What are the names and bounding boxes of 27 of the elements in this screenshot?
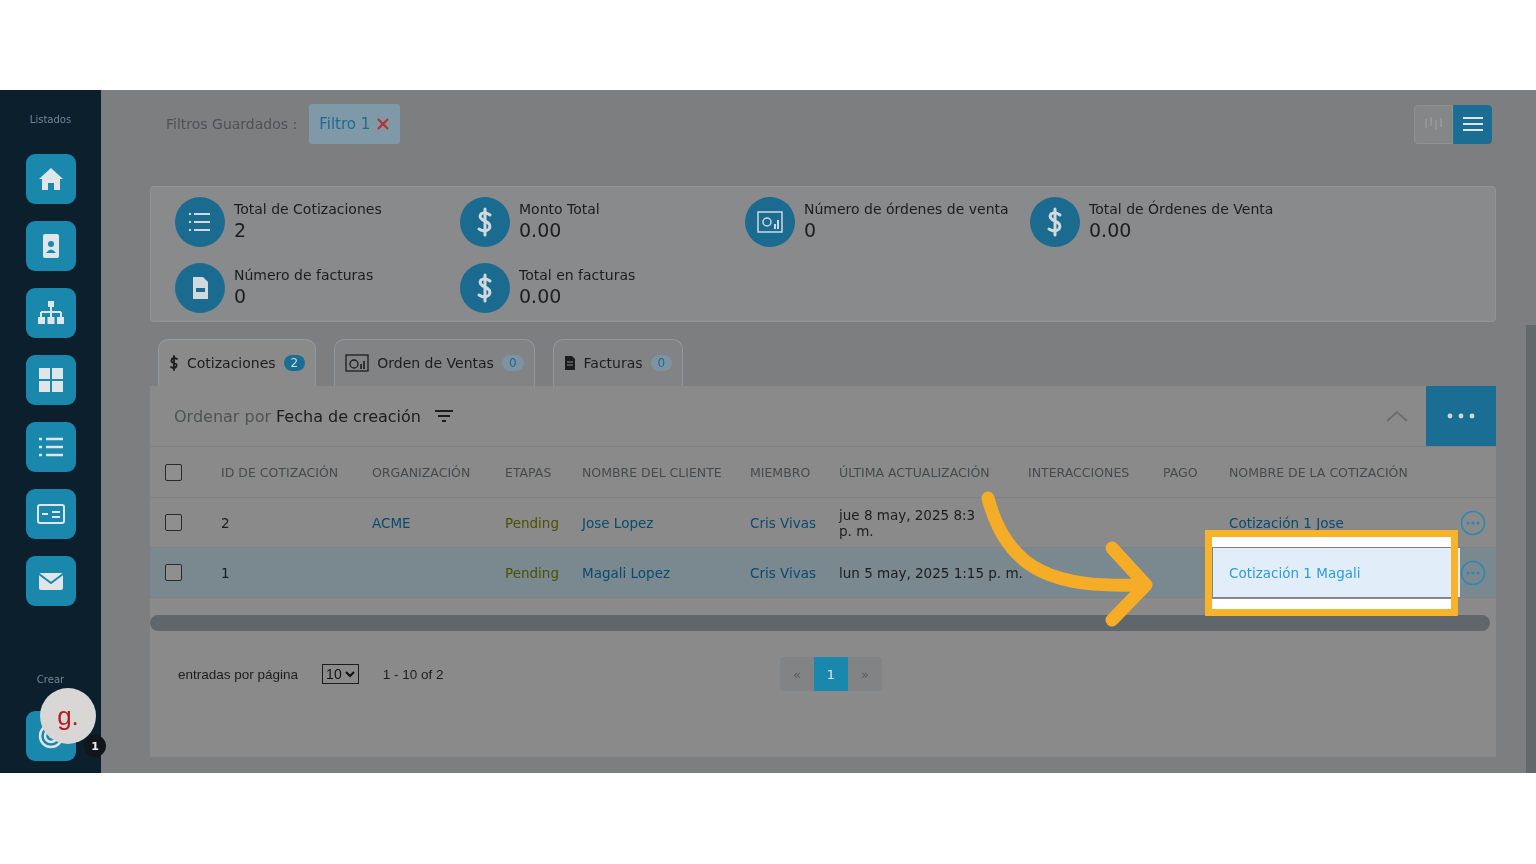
stat-value: 0.00 [1089, 218, 1133, 243]
stat-value: 0 [234, 284, 248, 309]
stat-value: 0 [804, 218, 818, 243]
create-heading: Crear [36, 674, 65, 685]
table-cell: Pending [505, 515, 559, 531]
stat-label: Monto Total [519, 201, 601, 217]
count-badge: 0 [650, 355, 673, 371]
stat-value: 0.00 [519, 218, 563, 243]
table-cell: jue 8 may, 2025 8:3 p. m. [839, 506, 976, 539]
range-text: 1 - 10 of 2 [382, 666, 444, 682]
table-cell: 2 [221, 515, 230, 531]
stat-label: Número de facturas [234, 267, 375, 283]
table-cell: lun 5 may, 2025 1:15 p. m. [839, 564, 1023, 581]
table-cell: Pending [505, 565, 559, 581]
stat-label: Total en facturas [519, 267, 637, 283]
stat-label: Total de Cotizaciones [234, 201, 383, 217]
stat-value: 0.00 [519, 284, 563, 309]
notification-badge: 1 [84, 735, 106, 757]
table-cell: 1 [221, 565, 230, 581]
sidebar-heading: Listados [29, 114, 72, 125]
stat-label: Total de Órdenes de Venta [1089, 201, 1275, 217]
stat-label: Número de órdenes de venta [804, 201, 1010, 217]
per-page-label: entradas por página [178, 666, 299, 682]
stat-value: 2 [234, 218, 248, 243]
count-badge: 2 [283, 355, 306, 371]
count-badge: 0 [501, 355, 524, 371]
sort-label: Ordenar por [174, 406, 272, 426]
